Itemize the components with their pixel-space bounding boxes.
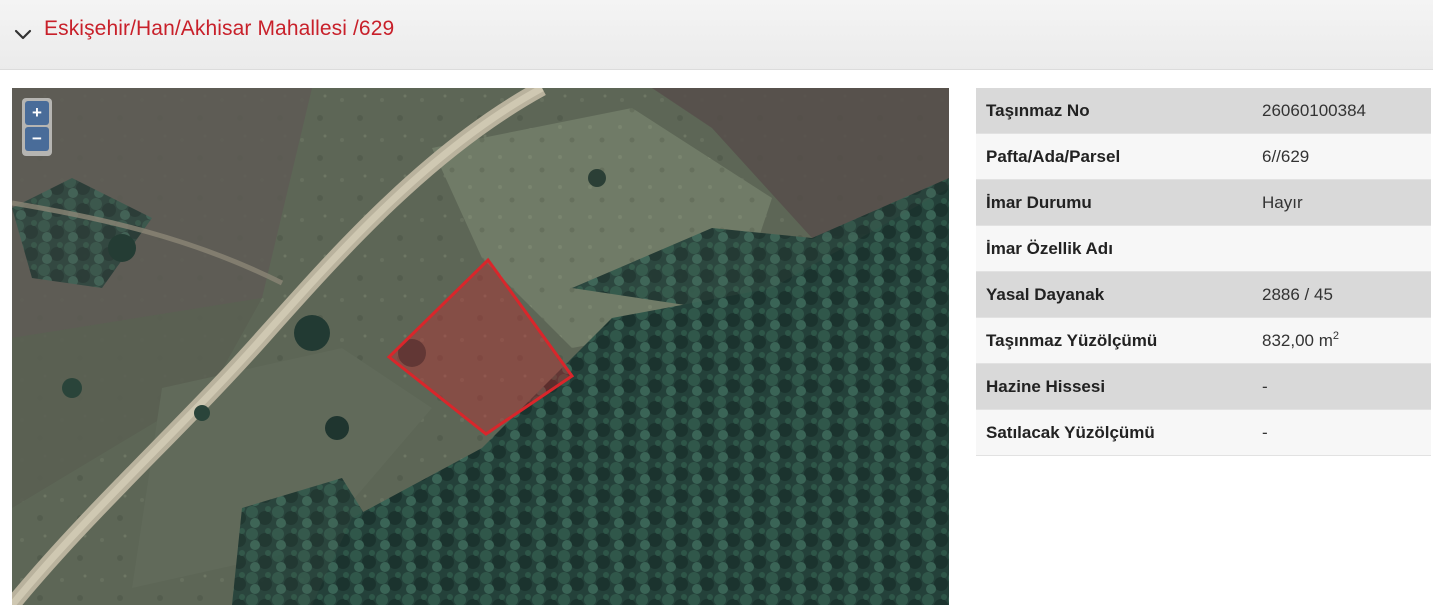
row-value: - (1262, 422, 1268, 442)
row-label: Hazine Hissesi (986, 376, 1106, 396)
row-value: 2886 / 45 (1262, 284, 1333, 304)
zoom-out-button[interactable]: − (25, 127, 49, 151)
row-value: 26060100384 (1262, 100, 1367, 120)
row-label: Taşınmaz Yüzölçümü (986, 330, 1158, 350)
row-label: Pafta/Ada/Parsel (986, 146, 1121, 166)
table-row: Yasal Dayanak 2886 / 45 (976, 272, 1431, 318)
page-title: Eskişehir/Han/Akhisar Mahallesi /629 (44, 17, 395, 40)
zoom-control: + − (22, 98, 52, 156)
table-row: Pafta/Ada/Parsel 6//629 (976, 134, 1431, 180)
row-value: 832,00 m2 (1262, 330, 1431, 351)
row-value: Hayır (1262, 192, 1303, 212)
table-row: Taşınmaz Yüzölçümü 832,00 m2 (976, 318, 1431, 364)
row-label: Satılacak Yüzölçümü (986, 422, 1155, 442)
table-row: İmar Özellik Adı (976, 226, 1431, 272)
parcel-info-table: Taşınmaz No 26060100384 Pafta/Ada/Parsel… (976, 88, 1431, 456)
area-unit-superscript: 2 (1332, 330, 1340, 342)
satellite-map[interactable]: + − (12, 88, 949, 605)
table-row: Satılacak Yüzölçümü - (976, 410, 1431, 456)
area-value: 832,00 m (1262, 331, 1333, 350)
row-label: Yasal Dayanak (986, 284, 1105, 304)
chevron-down-icon[interactable] (13, 24, 33, 44)
table-row: İmar Durumu Hayır (976, 180, 1431, 226)
table-row: Taşınmaz No 26060100384 (976, 88, 1431, 134)
map-imagery (12, 88, 949, 605)
row-value: - (1262, 376, 1268, 396)
row-label: Taşınmaz No (986, 100, 1090, 120)
row-label: İmar Durumu (986, 192, 1092, 212)
row-label: İmar Özellik Adı (986, 238, 1113, 258)
row-value: 6//629 (1262, 146, 1310, 166)
zoom-in-button[interactable]: + (25, 101, 49, 125)
table-row: Hazine Hissesi - (976, 364, 1431, 410)
page-header: Eskişehir/Han/Akhisar Mahallesi /629 (0, 0, 1433, 70)
